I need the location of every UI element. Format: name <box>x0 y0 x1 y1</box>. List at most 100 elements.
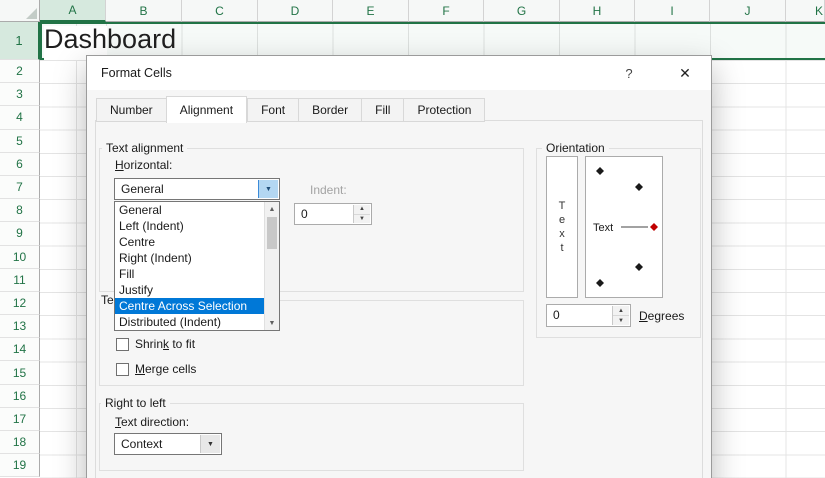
horizontal-label-accel: H <box>115 158 124 172</box>
text-direction-label: Text direction: <box>115 415 189 429</box>
tab-number[interactable]: Number <box>96 98 166 122</box>
dropdown-option-left-indent[interactable]: Left (Indent) <box>115 218 264 234</box>
indent-spinner[interactable]: 0 ▲ ▼ <box>294 203 372 225</box>
horizontal-combobox-dropdown-button[interactable]: ▼ <box>258 180 278 198</box>
close-button[interactable]: ✕ <box>669 56 701 90</box>
column-header-g[interactable]: G <box>484 0 560 22</box>
format-cells-dialog: Format Cells ? ✕ Number Alignment Font B… <box>86 55 712 478</box>
horizontal-combobox-value: General <box>121 182 164 196</box>
dropdown-option-general[interactable]: General <box>115 202 264 218</box>
text-direction-value: Context <box>121 437 162 451</box>
row-header-4[interactable]: 4 <box>0 106 40 129</box>
column-header-c[interactable]: C <box>182 0 258 22</box>
horizontal-label-rest: orizontal: <box>124 158 173 172</box>
column-header-b[interactable]: B <box>106 0 182 22</box>
orientation-dial[interactable]: Text <box>585 156 663 298</box>
indent-label: Indent: <box>310 183 347 197</box>
text-direction-dropdown-button[interactable]: ▼ <box>200 435 220 453</box>
vertical-letter-t2: t <box>560 241 563 255</box>
vertical-letter-t1: T <box>559 199 566 213</box>
column-header-k[interactable]: K <box>786 0 825 22</box>
merge-accel: M <box>135 362 145 376</box>
row-header-6[interactable]: 6 <box>0 153 40 176</box>
row-header-12[interactable]: 12 <box>0 292 40 315</box>
dialog-titlebar[interactable]: Format Cells ? ✕ <box>87 56 711 90</box>
tab-border[interactable]: Border <box>298 98 361 122</box>
dropdown-option-right-indent[interactable]: Right (Indent) <box>115 250 264 266</box>
row-header-3[interactable]: 3 <box>0 83 40 106</box>
shrink-to-fit-label[interactable]: Shrink to fit <box>135 337 195 351</box>
merge-cells-checkbox[interactable] <box>116 363 129 376</box>
spinner-up-icon[interactable]: ▲ <box>354 205 370 215</box>
shrink-to-fit-checkbox[interactable] <box>116 338 129 351</box>
column-header-d[interactable]: D <box>258 0 333 22</box>
scroll-up-icon[interactable]: ▲ <box>265 202 279 216</box>
degrees-label: Degrees <box>639 309 684 323</box>
row-header-14[interactable]: 14 <box>0 338 40 361</box>
row-header-2[interactable]: 2 <box>0 60 40 83</box>
tab-fill[interactable]: Fill <box>361 98 403 122</box>
degrees-post: egrees <box>648 309 685 323</box>
column-header-e[interactable]: E <box>333 0 409 22</box>
dropdown-option-centre-across-selection[interactable]: Centre Across Selection <box>115 298 264 314</box>
tab-protection[interactable]: Protection <box>403 98 485 122</box>
angle-marker-neg45-icon[interactable] <box>635 263 643 271</box>
text-direction-combobox[interactable]: Context ▼ <box>114 433 222 455</box>
shrink-post: to fit <box>169 337 195 351</box>
dropdown-option-fill[interactable]: Fill <box>115 266 264 282</box>
dropdown-option-centre[interactable]: Centre <box>115 234 264 250</box>
dropdown-scrollbar[interactable]: ▲ ▼ <box>264 202 279 330</box>
row-header-18[interactable]: 18 <box>0 431 40 454</box>
vertical-text-preview[interactable]: T e x t <box>546 156 578 298</box>
orientation-text-label: Text <box>593 222 613 234</box>
row-header-16[interactable]: 16 <box>0 385 40 408</box>
row-header-19[interactable]: 19 <box>0 454 40 477</box>
row-header-9[interactable]: 9 <box>0 222 40 245</box>
degrees-accel: D <box>639 309 648 323</box>
row-header-7[interactable]: 7 <box>0 176 40 199</box>
row-header-8[interactable]: 8 <box>0 199 40 222</box>
column-header-a[interactable]: A <box>40 0 106 22</box>
column-header-j[interactable]: J <box>710 0 786 22</box>
dropdown-option-justify[interactable]: Justify <box>115 282 264 298</box>
scrollbar-thumb[interactable] <box>267 217 277 249</box>
merge-cells-label[interactable]: Merge cells <box>135 362 196 376</box>
row-header-5[interactable]: 5 <box>0 130 40 153</box>
dropdown-option-distributed-indent[interactable]: Distributed (Indent) <box>115 314 264 330</box>
spinner-up-icon[interactable]: ▲ <box>613 306 629 316</box>
merge-post: erge cells <box>145 362 196 376</box>
spinner-down-icon[interactable]: ▼ <box>354 215 370 224</box>
angle-marker-45-icon[interactable] <box>635 183 643 191</box>
tab-font[interactable]: Font <box>247 98 298 122</box>
column-header-f[interactable]: F <box>409 0 484 22</box>
right-to-left-group-label: Right to left <box>101 396 170 410</box>
degrees-spinner[interactable]: 0 ▲ ▼ <box>546 304 631 327</box>
degrees-value: 0 <box>553 308 560 322</box>
scroll-down-icon[interactable]: ▼ <box>265 316 279 330</box>
select-all-button[interactable] <box>0 0 40 22</box>
row-header-10[interactable]: 10 <box>0 246 40 269</box>
column-header-i[interactable]: I <box>635 0 710 22</box>
row-header-11[interactable]: 11 <box>0 269 40 292</box>
shrink-pre: Shrin <box>135 337 163 351</box>
excel-window: A B C D E F G H I J K 1 2 3 4 5 6 7 8 9 … <box>0 0 825 478</box>
horizontal-combobox[interactable]: General ▼ <box>114 178 280 200</box>
select-all-triangle-icon <box>26 8 37 19</box>
column-header-h[interactable]: H <box>560 0 635 22</box>
angle-marker-0-selected-icon[interactable] <box>650 223 658 231</box>
tab-alignment[interactable]: Alignment <box>166 96 247 123</box>
row-header-17[interactable]: 17 <box>0 408 40 431</box>
row-header-13[interactable]: 13 <box>0 315 40 338</box>
cell-A1-value: Dashboard <box>44 24 176 55</box>
row-header-1[interactable]: 1 <box>0 22 40 60</box>
angle-marker-neg90-icon[interactable] <box>596 279 604 287</box>
spinner-down-icon[interactable]: ▼ <box>613 316 629 325</box>
indent-spin-buttons: ▲ ▼ <box>353 205 370 223</box>
horizontal-label: Horizontal: <box>115 158 172 172</box>
row-header-15[interactable]: 15 <box>0 361 40 384</box>
angle-marker-90-icon[interactable] <box>596 167 604 175</box>
orientation-dial-svg: Text <box>586 157 662 297</box>
help-button[interactable]: ? <box>613 56 645 90</box>
row-headers: 1 2 3 4 5 6 7 8 9 10 11 12 13 14 15 16 1… <box>0 22 40 478</box>
chevron-down-icon: ▼ <box>265 186 272 193</box>
